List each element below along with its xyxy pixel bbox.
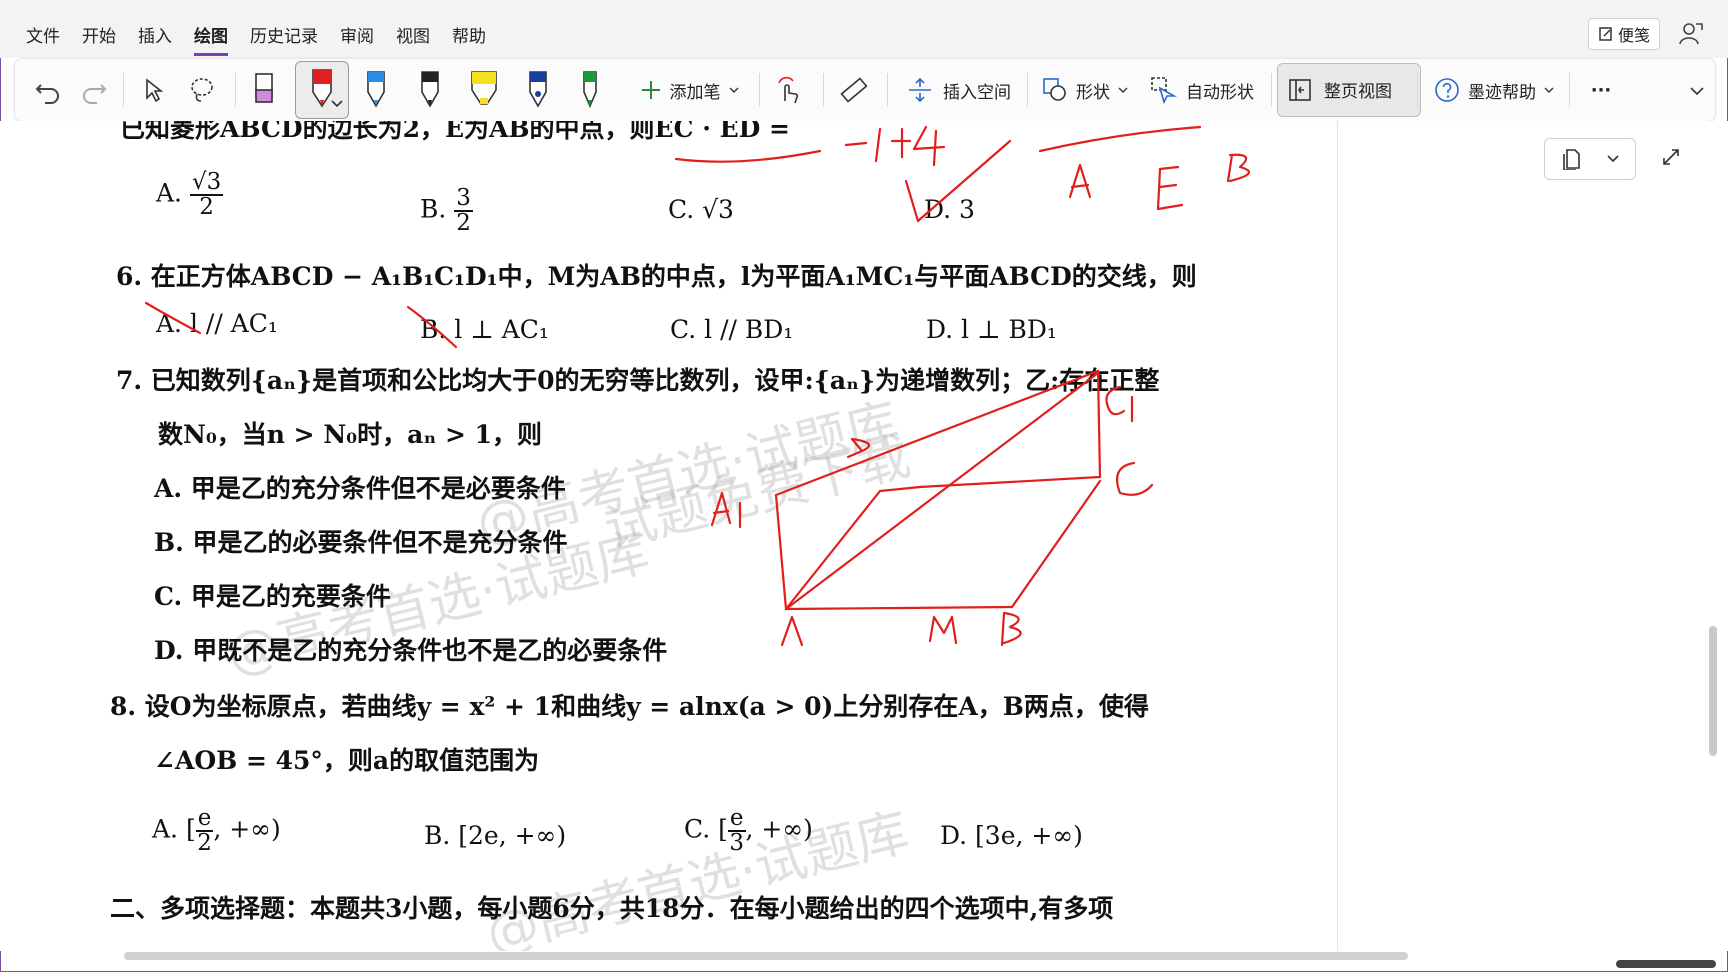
ink-text-minus-one-plus-four: [844, 125, 946, 167]
ink-checkmark: [904, 139, 1012, 223]
ink-label-b: [1226, 153, 1251, 183]
ink-cube-diagonal-c: [1010, 479, 1102, 609]
ribbon-separator: [1417, 73, 1418, 107]
touch-draw-icon[interactable]: [773, 69, 803, 111]
ribbon-separator: [123, 73, 124, 107]
menu-insert[interactable]: 插入: [138, 22, 172, 56]
ink-layer: [144, 125, 1251, 647]
share-person-icon[interactable]: [1678, 20, 1704, 46]
ribbon-separator: [235, 73, 236, 107]
ribbon-separator: [1027, 73, 1028, 107]
ink-label-e: [1156, 165, 1184, 211]
selected-pen-box[interactable]: [295, 61, 349, 119]
page-list-toggle[interactable]: [1544, 138, 1636, 180]
ink-label-b-bottom: [1000, 611, 1022, 647]
insert-space-icon: [909, 77, 931, 103]
ribbon-separator: [1569, 73, 1570, 107]
right-pane: [1337, 121, 1728, 951]
ink-cube-right-edge: [1096, 369, 1102, 479]
full-page-view-label: 整页视图: [1324, 82, 1392, 102]
ribbon-separator: [823, 73, 824, 107]
menu-history[interactable]: 历史记录: [250, 22, 318, 56]
ink-strike-q6-a: [144, 301, 202, 335]
chevron-down-icon: [729, 87, 738, 93]
ink-strike-q6-b: [406, 305, 458, 349]
pages-icon: [1563, 149, 1580, 170]
lasso-select-icon[interactable]: [187, 69, 217, 111]
ink-label-d: [846, 437, 871, 459]
ink-label-a: [1068, 163, 1092, 199]
chevron-down-icon: [331, 100, 343, 108]
auto-shape-button[interactable]: 自动形状: [1139, 69, 1265, 111]
ink-label-c: [1116, 461, 1154, 496]
plus-icon: [641, 81, 660, 99]
eraser-pen-icon[interactable]: [249, 69, 279, 111]
auto-shape-label: 自动形状: [1186, 82, 1254, 103]
shapes-button[interactable]: 形状: [1039, 69, 1131, 111]
full-page-view-button[interactable]: 整页视图: [1277, 63, 1421, 117]
shapes-icon: [1043, 78, 1066, 101]
ink-label-m: [928, 615, 958, 645]
sticky-note-button[interactable]: 便笺: [1588, 18, 1660, 50]
note-icon: [1599, 27, 1612, 41]
more-options-button[interactable]: ···: [1581, 69, 1621, 111]
menu-bar: 文件 开始 插入 绘图 历史记录 审阅 视图 帮助 便笺: [0, 0, 1728, 58]
horizontal-scrollbar[interactable]: [124, 952, 1408, 960]
redo-icon[interactable]: [79, 69, 109, 111]
chevron-down-icon: [1607, 155, 1619, 163]
ink-help-label: 墨迹帮助: [1468, 82, 1536, 103]
ink-cube-diagonal-a: [784, 371, 1100, 611]
shapes-label: 形状: [1076, 82, 1110, 103]
draw-ribbon: 添加笔 插入空间 形状 自动形状 整页视图 墨迹帮助 ···: [14, 58, 1716, 122]
ink-help-button[interactable]: 墨迹帮助: [1427, 69, 1561, 111]
undo-icon[interactable]: [33, 69, 63, 111]
ink-label-a-bottom: [780, 615, 804, 647]
full-page-view-icon: [1289, 78, 1311, 101]
ruler-icon[interactable]: [839, 69, 869, 111]
auto-shape-icon: [1151, 77, 1178, 104]
menu-review[interactable]: 审阅: [340, 22, 374, 56]
ribbon-separator: [1271, 73, 1272, 107]
ink-cube-diagonal-b: [784, 489, 882, 611]
ink-cube-mid-edge: [918, 475, 1102, 489]
ink-cube-inner: [878, 485, 922, 493]
ink-underline: [674, 149, 822, 163]
insert-space-label: 插入空间: [943, 82, 1011, 103]
add-pen-label: 添加笔: [669, 82, 721, 103]
menu-tabs: 文件 开始 插入 绘图 历史记录 审阅 视图 帮助: [26, 22, 508, 56]
collapse-ribbon-icon[interactable]: [1687, 69, 1707, 111]
navy-pen-icon[interactable]: [523, 69, 553, 111]
ink-cube-top-edge: [774, 369, 1100, 497]
add-pen-button[interactable]: 添加笔: [627, 69, 751, 111]
menu-home[interactable]: 开始: [82, 22, 116, 56]
vertical-scrollbar[interactable]: [1709, 626, 1717, 756]
chevron-down-icon: [1118, 87, 1128, 93]
menu-help[interactable]: 帮助: [452, 22, 486, 56]
green-pen-icon[interactable]: [575, 69, 605, 111]
yellow-highlighter-icon[interactable]: [467, 69, 501, 111]
insert-space-button[interactable]: 插入空间: [899, 69, 1019, 111]
blue-pen-icon[interactable]: [361, 69, 391, 111]
menu-view[interactable]: 视图: [396, 22, 430, 56]
sticky-note-label: 便笺: [1617, 26, 1650, 45]
black-pen-icon[interactable]: [415, 69, 445, 111]
ribbon-separator: [759, 73, 760, 107]
horizontal-scrollbar-thumb[interactable]: [1616, 960, 1716, 968]
ribbon-separator: [887, 73, 888, 107]
select-cursor-icon[interactable]: [141, 69, 167, 111]
ink-line-aeb: [1038, 125, 1202, 153]
ink-label-a1: [710, 491, 742, 529]
menu-draw[interactable]: 绘图: [194, 22, 228, 56]
menu-file[interactable]: 文件: [26, 22, 60, 56]
expand-icon[interactable]: [1660, 146, 1682, 168]
ink-cube-left-edge: [774, 493, 788, 611]
ink-label-c1: [1105, 385, 1134, 423]
note-page[interactable]: @高考首选·试题库 @高考首选·试题库 试题免费下载 @高考首选·试题库 已知菱…: [0, 121, 1336, 951]
help-question-icon: [1435, 78, 1459, 102]
chevron-down-icon: [1544, 87, 1554, 93]
ink-cube-bottom-edge: [784, 605, 1014, 611]
